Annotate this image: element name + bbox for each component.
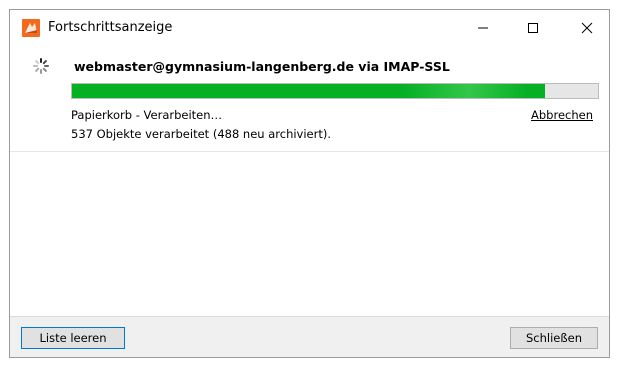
progress-fill (72, 84, 546, 98)
close-button[interactable]: Schließen (510, 327, 598, 349)
progress-window: Fortschrittsanzeige webmaster@gymnasium-… (9, 9, 610, 358)
close-icon (581, 22, 593, 34)
maximize-button[interactable] (510, 10, 556, 46)
footer-bar: Liste leeren Schließen (10, 316, 609, 357)
clear-list-button[interactable]: Liste leeren (21, 327, 125, 349)
progress-bar (71, 83, 599, 99)
minimize-icon (478, 27, 488, 29)
status-text: Papierkorb - Verarbeiten… (71, 108, 223, 122)
title-bar[interactable]: Fortschrittsanzeige (10, 10, 609, 46)
app-logo-icon (22, 19, 40, 37)
spinner-icon (33, 58, 49, 74)
minimize-button[interactable] (460, 10, 506, 46)
task-panel: webmaster@gymnasium-langenberg.de via IM… (10, 46, 609, 152)
maximize-icon (528, 23, 538, 33)
window-title: Fortschrittsanzeige (48, 20, 173, 35)
task-list-area (10, 152, 609, 319)
account-label: webmaster@gymnasium-langenberg.de via IM… (74, 59, 450, 74)
detail-text: 537 Objekte verarbeitet (488 neu archivi… (71, 127, 332, 141)
close-window-button[interactable] (564, 10, 609, 46)
cancel-link[interactable]: Abbrechen (531, 108, 593, 122)
